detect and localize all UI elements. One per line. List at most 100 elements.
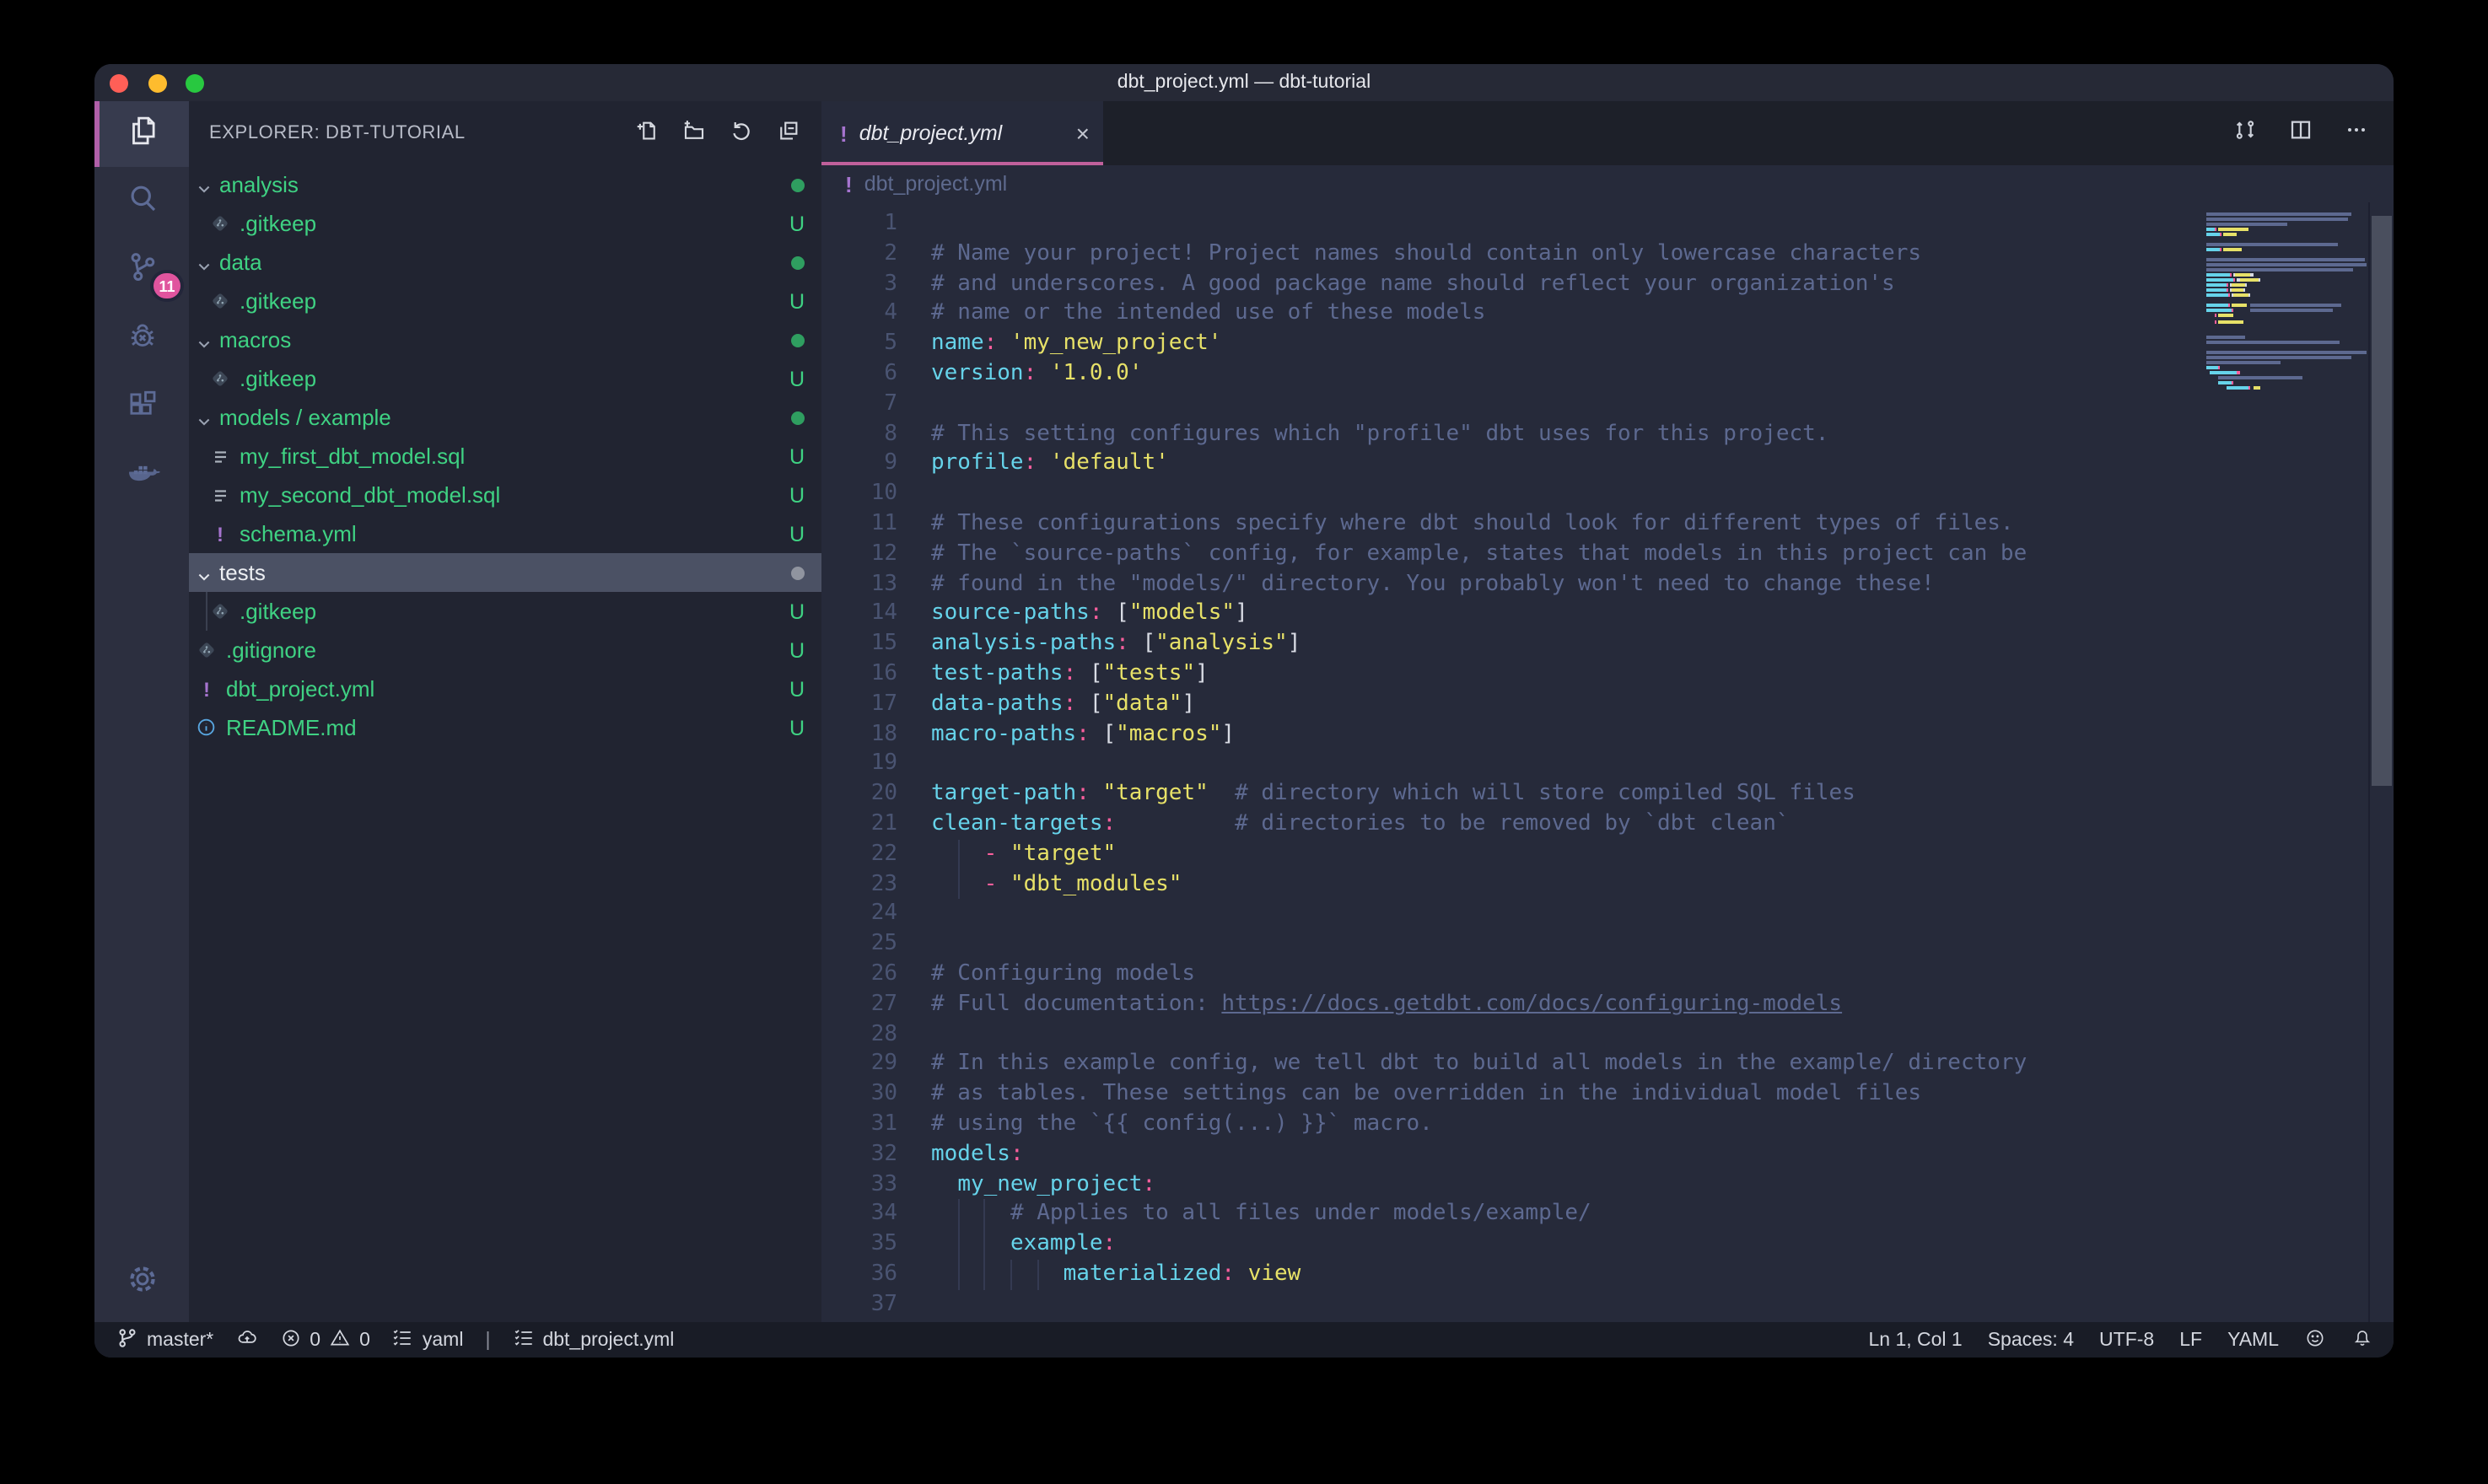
collapse-all-icon[interactable]	[776, 118, 801, 148]
encoding[interactable]: UTF-8	[2099, 1330, 2154, 1350]
line-number: 36	[821, 1260, 897, 1290]
chevron-down-icon	[196, 331, 213, 348]
line-content: example:	[897, 1229, 1116, 1260]
editor-scrollbar	[2368, 202, 2394, 1322]
activity-extensions[interactable]	[94, 374, 189, 444]
indent-guide	[984, 1200, 986, 1230]
tree-item-readme-md[interactable]: README.mdU	[189, 708, 821, 747]
branch-status[interactable]: master*	[116, 1326, 213, 1353]
breadcrumb[interactable]: ! dbt_project.yml	[821, 165, 2394, 202]
zoom-window-button[interactable]	[186, 73, 204, 92]
close-window-button[interactable]	[110, 73, 128, 92]
warning-count: 0	[359, 1330, 370, 1350]
code-editor[interactable]: 12# Name your project! Project names sho…	[821, 202, 2394, 1322]
tab-dbt-project-yml[interactable]: ! dbt_project.yml ×	[821, 101, 1103, 165]
line-content: analysis-paths: ["analysis"]	[897, 629, 1301, 659]
file-task-status[interactable]: dbt_project.yml	[512, 1326, 674, 1353]
indent-guide	[957, 839, 959, 869]
minimap[interactable]	[2206, 206, 2368, 395]
tree-item-data[interactable]: data	[189, 243, 821, 282]
code-line: 32models:	[821, 1139, 2394, 1169]
problems-status[interactable]: 0 0	[279, 1326, 370, 1353]
activity-explorer[interactable]	[94, 101, 189, 167]
tree-item-tests[interactable]: tests	[189, 553, 821, 592]
tree-item-macros[interactable]: macros	[189, 320, 821, 359]
selection-list-icon	[512, 1326, 534, 1353]
tree-item-my-second-dbt-model-sql[interactable]: my_second_dbt_model.sqlU	[189, 476, 821, 514]
refresh-icon[interactable]	[729, 118, 754, 148]
info-file-icon	[196, 717, 218, 739]
tree-item--gitkeep[interactable]: .gitkeepU	[189, 359, 821, 398]
line-content	[897, 390, 931, 420]
tree-item-models-example[interactable]: models / example	[189, 398, 821, 437]
mode-label: yaml	[423, 1330, 464, 1350]
line-content	[897, 750, 931, 780]
activity-docker[interactable]	[94, 444, 189, 513]
indentation[interactable]: Spaces: 4	[1988, 1330, 2074, 1350]
git-modified-dot	[791, 178, 805, 191]
code-line: 13# found in the "models/" directory. Yo…	[821, 569, 2394, 600]
breadcrumb-file[interactable]: dbt_project.yml	[864, 172, 1008, 196]
code-line: 21clean-targets: # directories to be rem…	[821, 809, 2394, 840]
activity-search[interactable]	[94, 167, 189, 236]
line-content: target-path: "target" # directory which …	[897, 779, 1855, 809]
line-content: - "dbt_modules"	[897, 869, 1182, 900]
sql-file-icon	[209, 445, 231, 467]
open-changes-icon[interactable]	[2232, 116, 2259, 151]
activity-debug[interactable]	[94, 305, 189, 374]
notifications-bell-icon[interactable]	[2351, 1326, 2373, 1353]
line-number: 5	[821, 329, 897, 359]
code-line: 35 example:	[821, 1229, 2394, 1260]
code-line: 31# using the `{{ config(...) }}` macro.	[821, 1110, 2394, 1140]
files-icon	[129, 112, 159, 156]
tree-item-schema-yml[interactable]: !schema.ymlU	[189, 514, 821, 553]
line-content: source-paths: ["models"]	[897, 600, 1248, 630]
tree-item--gitkeep[interactable]: .gitkeepU	[189, 204, 821, 243]
new-folder-icon[interactable]	[681, 118, 707, 148]
new-file-icon[interactable]	[634, 118, 660, 148]
line-content: # and underscores. A good package name s…	[897, 269, 1895, 299]
tree-item-label: models / example	[219, 405, 391, 430]
git-untracked-badge: U	[789, 483, 805, 507]
line-number: 30	[821, 1079, 897, 1110]
gear-icon	[124, 1261, 159, 1305]
indent-guide	[957, 1200, 959, 1230]
line-number: 24	[821, 900, 897, 930]
cursor-position[interactable]: Ln 1, Col 1	[1868, 1330, 1962, 1350]
line-content: models:	[897, 1139, 1024, 1169]
line-content	[897, 929, 931, 960]
git-modified-dot	[791, 411, 805, 424]
line-number: 6	[821, 359, 897, 390]
sync-status[interactable]	[235, 1326, 257, 1353]
line-content	[897, 900, 931, 930]
code-line: 27# Full documentation: https://docs.get…	[821, 989, 2394, 1019]
code-line: 10	[821, 479, 2394, 509]
yaml-mode-status[interactable]: yaml	[392, 1326, 464, 1353]
docker-icon	[124, 456, 159, 500]
indent-guide	[1010, 1260, 1012, 1290]
tree-item-my-first-dbt-model-sql[interactable]: my_first_dbt_model.sqlU	[189, 437, 821, 476]
language-mode[interactable]: YAML	[2227, 1330, 2279, 1350]
error-count: 0	[310, 1330, 320, 1350]
tree-item--gitignore[interactable]: .gitignoreU	[189, 631, 821, 669]
tree-item-label: my_first_dbt_model.sql	[240, 444, 465, 469]
tree-item--gitkeep[interactable]: .gitkeepU	[189, 592, 821, 631]
file-tree: analysis.gitkeepUdata.gitkeepUmacros.git…	[189, 165, 821, 1322]
tree-item-analysis[interactable]: analysis	[189, 165, 821, 204]
activity-source-control[interactable]: 11	[94, 236, 189, 305]
split-editor-icon[interactable]	[2287, 116, 2314, 151]
scrollbar-thumb[interactable]	[2372, 216, 2392, 786]
tree-item--gitkeep[interactable]: .gitkeepU	[189, 282, 821, 320]
activity-settings[interactable]	[94, 1245, 189, 1322]
error-icon	[279, 1326, 301, 1353]
extensions-icon	[124, 387, 159, 431]
eol[interactable]: LF	[2179, 1330, 2202, 1350]
more-actions-icon[interactable]	[2343, 116, 2370, 151]
minimize-window-button[interactable]	[148, 73, 166, 92]
window-title: dbt_project.yml — dbt-tutorial	[1117, 73, 1371, 93]
feedback-smiley-icon[interactable]	[2304, 1326, 2326, 1353]
close-tab-icon[interactable]: ×	[1076, 121, 1090, 145]
indent-guide	[1037, 1260, 1038, 1290]
line-number: 14	[821, 600, 897, 630]
tree-item-dbt-project-yml[interactable]: !dbt_project.ymlU	[189, 669, 821, 708]
